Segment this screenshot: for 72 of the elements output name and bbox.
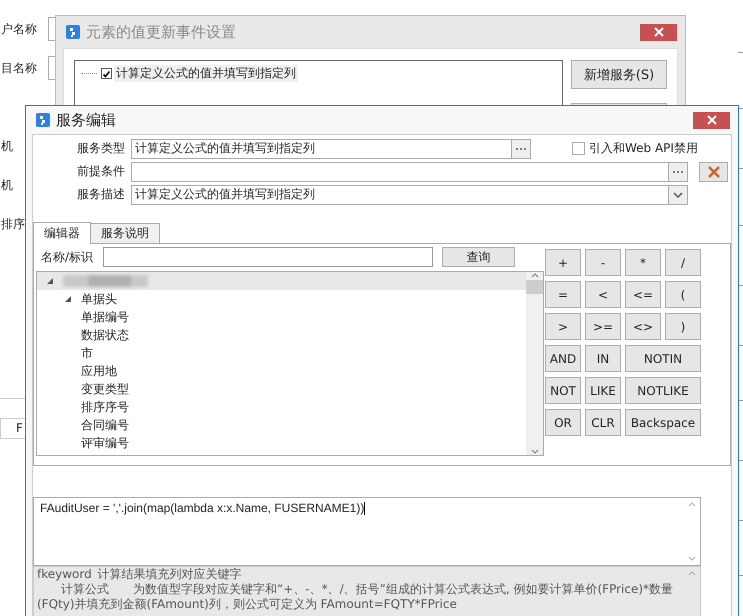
tree-item[interactable]: 合同编号: [81, 416, 129, 434]
tree-item[interactable]: 单据头: [81, 290, 117, 308]
input-field[interactable]: [131, 162, 688, 182]
operator-key[interactable]: <=: [625, 281, 661, 308]
clear-button[interactable]: [699, 162, 728, 182]
tree-item[interactable]: 应用地: [81, 362, 117, 380]
field-label: 服务描述: [76, 186, 126, 203]
operator-key[interactable]: OR: [545, 409, 581, 436]
close-icon: [706, 115, 716, 125]
help-text: 计算公式 为数值型字段对应关键字和“+、-、*、/、括号”组成的计算公式表达式, 例如要计算单价(FPrice)*数量(FQty)并填充到金额(FAmount)列，则公式可定义为 FAmount=FQTY*FPrice: [37, 582, 674, 612]
chevron-down-icon: [673, 192, 683, 198]
window-title: 服务编辑: [56, 110, 116, 130]
operator-key[interactable]: NOTLIKE: [625, 377, 701, 404]
operator-key[interactable]: =: [545, 281, 581, 308]
add-service-button[interactable]: 新增服务(S): [571, 60, 667, 89]
operator-key[interactable]: ): [665, 313, 701, 340]
close-icon: [654, 27, 664, 37]
operator-key[interactable]: IN: [585, 345, 621, 372]
close-button[interactable]: [640, 24, 677, 40]
field-label: 排序: [0, 216, 26, 233]
scrollbar[interactable]: [526, 272, 543, 455]
operator-key[interactable]: CLR: [585, 409, 621, 436]
checkbox[interactable]: [572, 142, 585, 155]
tree-item[interactable]: 变更类型: [81, 380, 129, 398]
tree-item[interactable]: 排序序号: [81, 398, 129, 416]
help-text: fkeyword 计算结果填充列对应关键字: [37, 567, 243, 582]
scrollbar-thumb[interactable]: [526, 280, 543, 294]
window-title: 元素的值更新事件设置: [86, 22, 236, 42]
checkbox[interactable]: [101, 68, 112, 79]
close-button[interactable]: [693, 112, 730, 128]
query-button[interactable]: 查询: [442, 247, 515, 267]
operator-key[interactable]: *: [625, 249, 661, 276]
input-field[interactable]: 计算定义公式的值并填写到指定列: [131, 138, 531, 158]
field-label: 服务类型: [76, 140, 126, 157]
dropdown[interactable]: 计算定义公式的值并填写到指定列: [131, 184, 688, 204]
more-icon: [672, 170, 684, 174]
operator-key[interactable]: >: [545, 313, 581, 340]
operator-key[interactable]: -: [585, 249, 621, 276]
cross-icon: [706, 164, 720, 178]
field-label: 机: [0, 138, 14, 155]
operator-key[interactable]: <>: [625, 313, 661, 340]
search-field[interactable]: [103, 247, 433, 267]
field-label: 户名称: [0, 21, 38, 38]
operator-key[interactable]: /: [665, 249, 701, 276]
operator-key[interactable]: NOTIN: [625, 345, 701, 372]
checkbox-label: 引入和Web API禁用: [589, 140, 698, 157]
operator-key[interactable]: LIKE: [585, 377, 621, 404]
field-label: 前提条件: [76, 163, 126, 180]
app-icon: [36, 113, 50, 127]
table-cell: F: [0, 419, 23, 438]
field-label: 机: [0, 177, 14, 194]
check-icon: [102, 70, 111, 78]
service-item[interactable]: 计算定义公式的值并填写到指定列: [114, 65, 298, 82]
tree-item[interactable]: 市: [81, 344, 93, 362]
tree-item[interactable]: 评审编号: [81, 434, 129, 452]
tab[interactable]: 服务说明: [90, 223, 160, 243]
operator-key[interactable]: (: [665, 281, 701, 308]
operator-key[interactable]: +: [545, 249, 581, 276]
tree-item[interactable]: 单据编号: [81, 308, 129, 326]
operator-key[interactable]: NOT: [545, 377, 581, 404]
tree-item[interactable]: 数据状态: [81, 326, 129, 344]
operator-key[interactable]: <: [585, 281, 621, 308]
field-label: 目名称: [0, 60, 38, 77]
formula-editor[interactable]: FAuditUser = ','.join(map(lambda x:x.Name, FUSERNAME1)): [33, 497, 701, 566]
field-label: 名称/标识: [40, 248, 94, 266]
operator-key[interactable]: >=: [585, 313, 621, 340]
operator-key[interactable]: AND: [545, 345, 581, 372]
formula-text: FAuditUser = ','.join(map(lambda x:x.Name, FUSERNAME1)): [40, 501, 364, 515]
tab[interactable]: 编辑器: [33, 222, 91, 244]
app-icon: [66, 25, 80, 39]
more-icon: [515, 146, 527, 150]
operator-key[interactable]: Backspace: [625, 409, 701, 436]
